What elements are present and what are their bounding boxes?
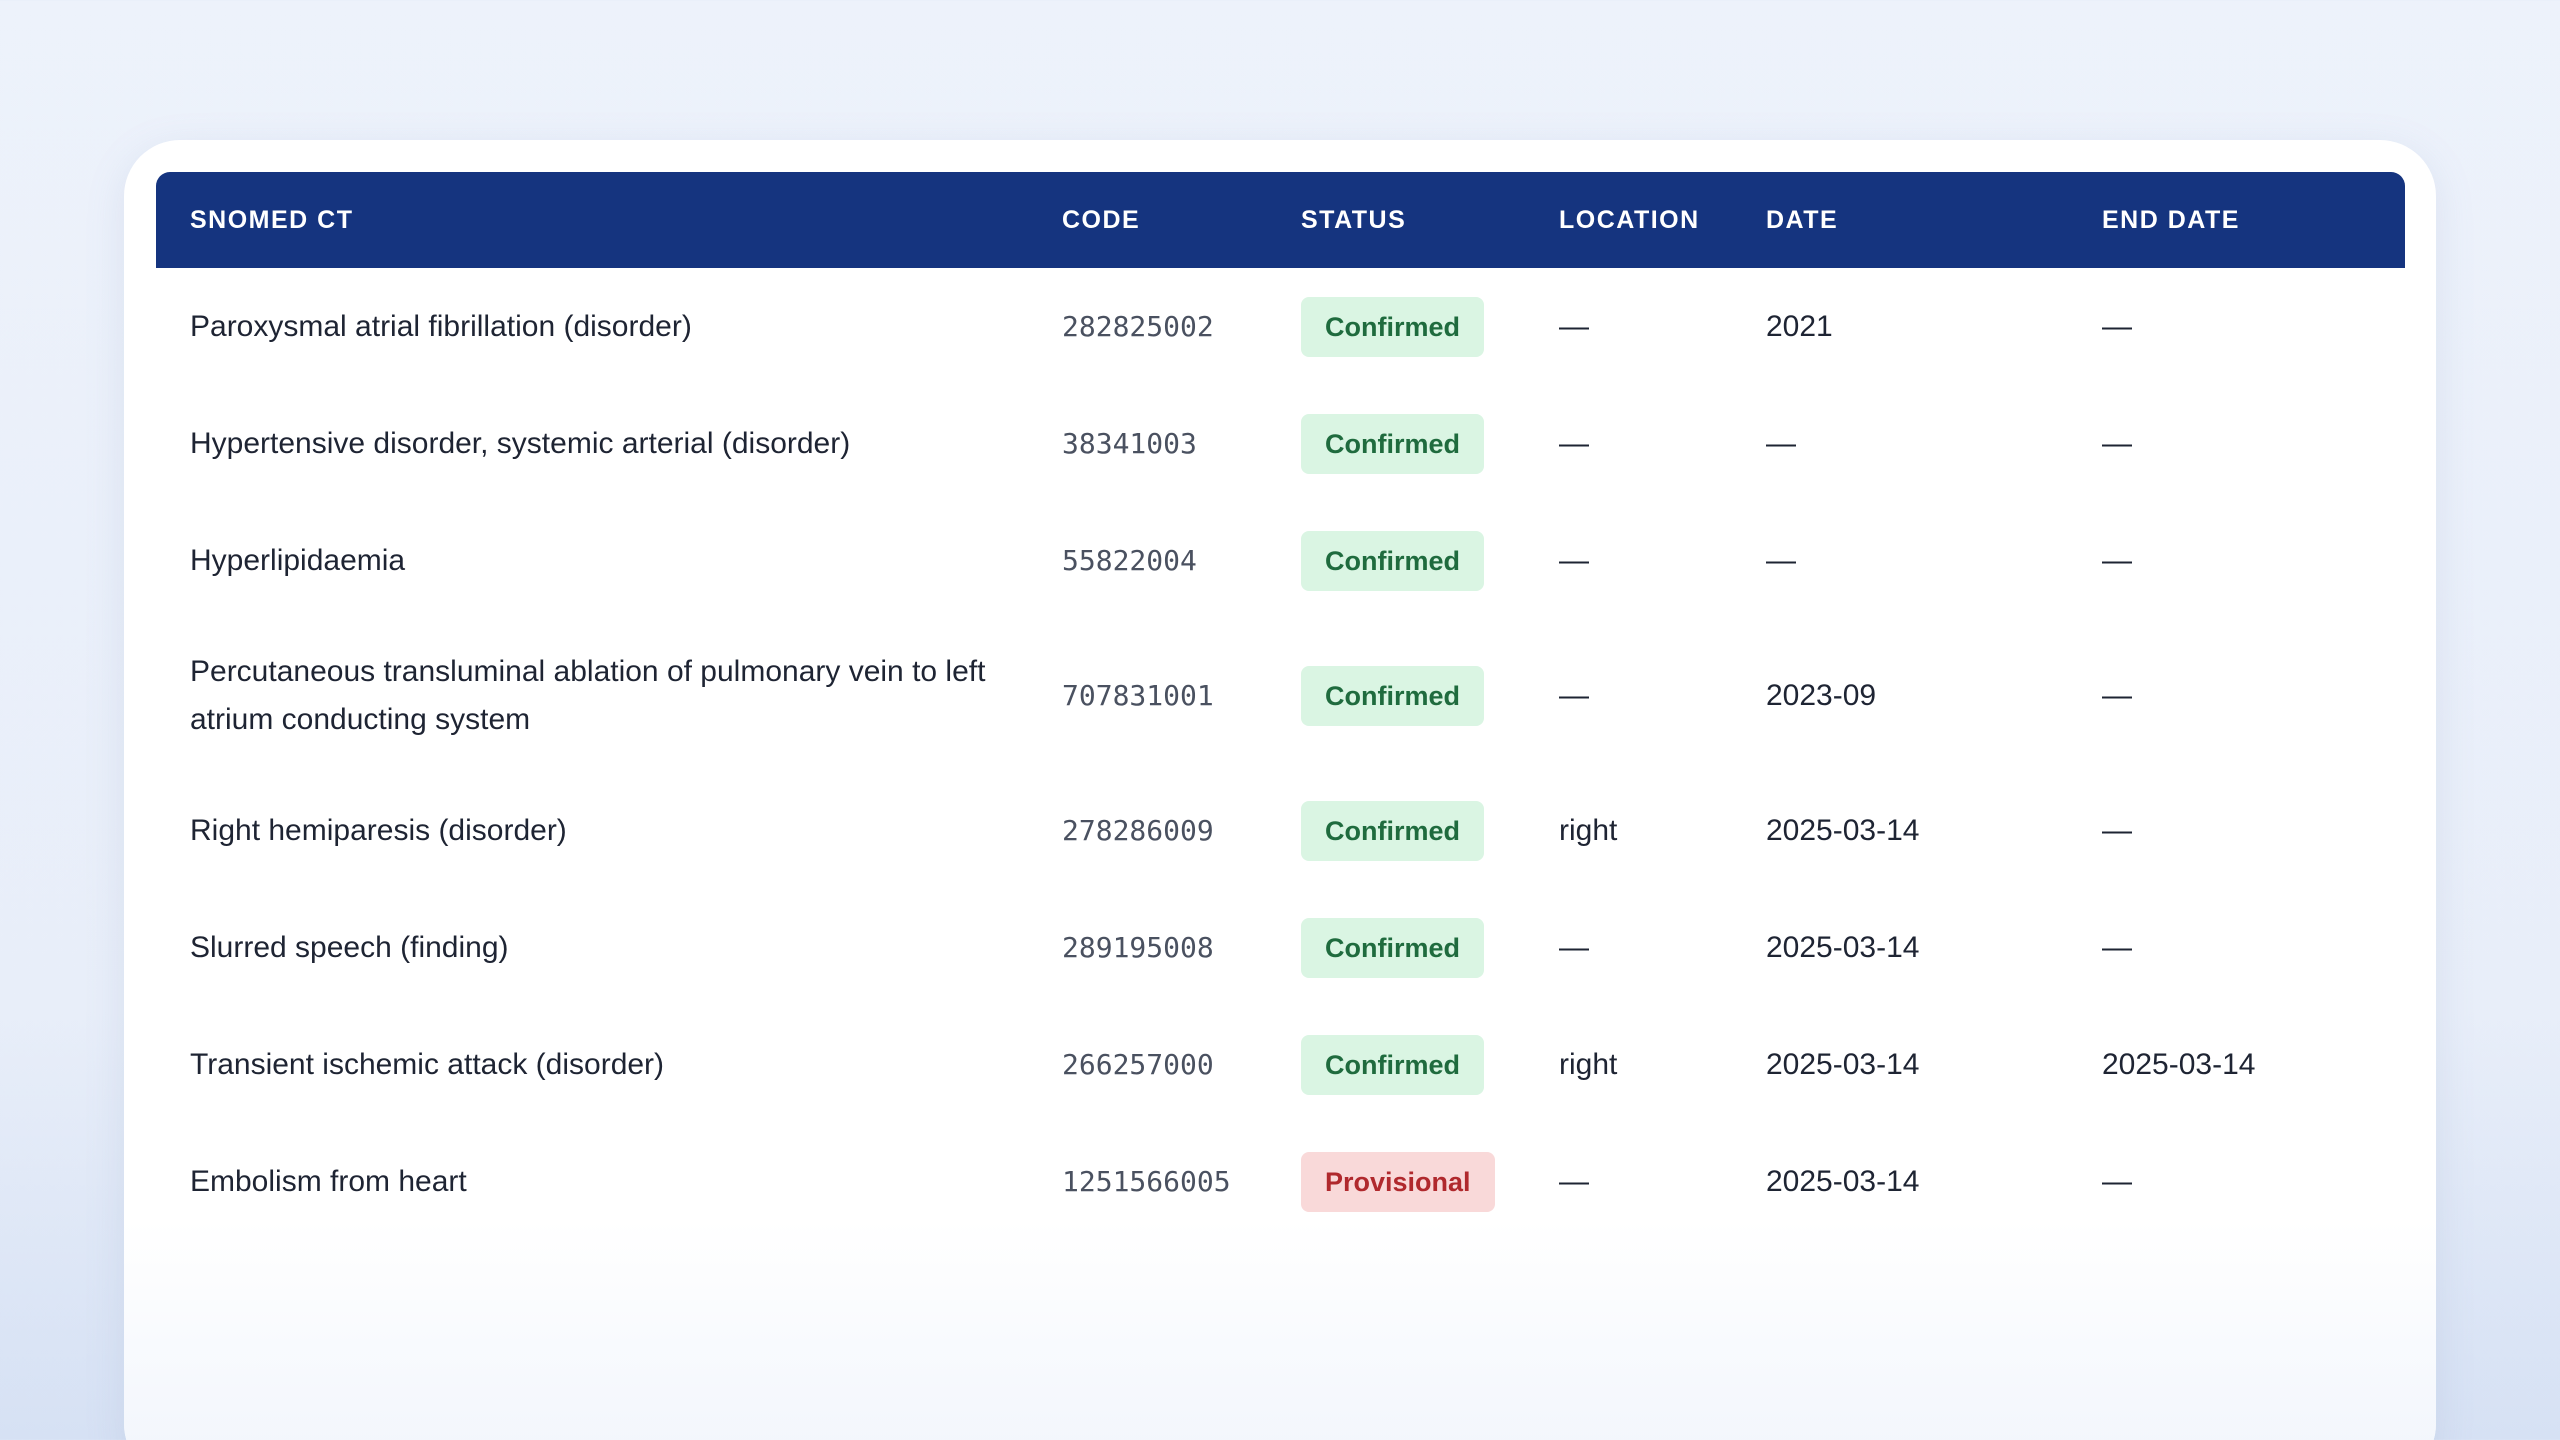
code-cell: 282825002: [1062, 309, 1214, 343]
term-cell: Right hemiparesis (disorder): [190, 813, 567, 847]
table-row[interactable]: Right hemiparesis (disorder) 278286009 C…: [156, 772, 2405, 889]
code-cell: 278286009: [1062, 813, 1214, 847]
end-date-cell: —: [2102, 813, 2132, 847]
term-cell: Paroxysmal atrial fibrillation (disorder…: [190, 309, 692, 343]
status-cell: Confirmed: [1267, 268, 1525, 385]
table-row[interactable]: Paroxysmal atrial fibrillation (disorder…: [156, 268, 2405, 385]
conditions-table: SNOMED CT CODE STATUS LOCATION DATE END …: [156, 172, 2405, 1240]
card-bottom-fade: [124, 1220, 2436, 1440]
status-badge: Confirmed: [1301, 413, 1484, 474]
end-date-cell: —: [2102, 543, 2132, 577]
header-row: SNOMED CT CODE STATUS LOCATION DATE END …: [156, 172, 2405, 268]
table-row[interactable]: Slurred speech (finding) 289195008 Confi…: [156, 889, 2405, 1006]
code-cell: 289195008: [1062, 930, 1214, 964]
status-badge: Confirmed: [1301, 917, 1484, 978]
code-cell: 38341003: [1062, 426, 1197, 460]
status-cell: Confirmed: [1267, 502, 1525, 619]
date-cell: —: [1766, 426, 1796, 460]
status-cell: Confirmed: [1267, 619, 1525, 772]
table-row[interactable]: Hypertensive disorder, systemic arterial…: [156, 385, 2405, 502]
code-cell: 266257000: [1062, 1047, 1214, 1081]
location-cell: right: [1559, 813, 1618, 847]
status-cell: Confirmed: [1267, 385, 1525, 502]
status-badge: Confirmed: [1301, 800, 1484, 861]
end-date-cell: 2025-03-14: [2102, 1047, 2256, 1081]
table-header: SNOMED CT CODE STATUS LOCATION DATE END …: [156, 172, 2405, 268]
status-cell: Confirmed: [1267, 1006, 1525, 1123]
term-cell: Percutaneous transluminal ablation of pu…: [190, 654, 986, 736]
status-badge: Confirmed: [1301, 296, 1484, 357]
location-cell: —: [1559, 1164, 1589, 1198]
term-cell: Embolism from heart: [190, 1164, 467, 1198]
location-cell: —: [1559, 678, 1589, 712]
column-header-end-date[interactable]: END DATE: [2068, 172, 2405, 268]
end-date-cell: —: [2102, 426, 2132, 460]
table-row[interactable]: Transient ischemic attack (disorder) 266…: [156, 1006, 2405, 1123]
date-cell: 2025-03-14: [1766, 930, 1920, 964]
table-body: Paroxysmal atrial fibrillation (disorder…: [156, 268, 2405, 1240]
conditions-card: SNOMED CT CODE STATUS LOCATION DATE END …: [124, 140, 2436, 1440]
location-cell: right: [1559, 1047, 1618, 1081]
date-cell: —: [1766, 543, 1796, 577]
status-badge: Confirmed: [1301, 1034, 1484, 1095]
term-cell: Transient ischemic attack (disorder): [190, 1047, 665, 1081]
status-cell: Provisional: [1267, 1123, 1525, 1240]
code-cell: 1251566005: [1062, 1164, 1231, 1198]
location-cell: —: [1559, 930, 1589, 964]
status-badge: Confirmed: [1301, 665, 1484, 726]
status-cell: Confirmed: [1267, 889, 1525, 1006]
code-cell: 707831001: [1062, 678, 1214, 712]
column-header-snomed-ct[interactable]: SNOMED CT: [156, 172, 1028, 268]
end-date-cell: —: [2102, 930, 2132, 964]
term-cell: Slurred speech (finding): [190, 930, 509, 964]
column-header-location[interactable]: LOCATION: [1525, 172, 1732, 268]
column-header-code[interactable]: CODE: [1028, 172, 1267, 268]
code-cell: 55822004: [1062, 543, 1197, 577]
date-cell: 2023-09: [1766, 678, 1877, 712]
status-cell: Confirmed: [1267, 772, 1525, 889]
status-badge: Confirmed: [1301, 530, 1484, 591]
column-header-date[interactable]: DATE: [1732, 172, 2068, 268]
location-cell: —: [1559, 309, 1589, 343]
status-badge: Provisional: [1301, 1151, 1495, 1212]
location-cell: —: [1559, 543, 1589, 577]
term-cell: Hypertensive disorder, systemic arterial…: [190, 426, 851, 460]
date-cell: 2025-03-14: [1766, 1047, 1920, 1081]
date-cell: 2025-03-14: [1766, 1164, 1920, 1198]
table-row[interactable]: Hyperlipidaemia 55822004 Confirmed — — —: [156, 502, 2405, 619]
column-header-status[interactable]: STATUS: [1267, 172, 1525, 268]
end-date-cell: —: [2102, 678, 2132, 712]
table-row[interactable]: Embolism from heart 1251566005 Provision…: [156, 1123, 2405, 1240]
date-cell: 2025-03-14: [1766, 813, 1920, 847]
date-cell: 2021: [1766, 309, 1833, 343]
end-date-cell: —: [2102, 1164, 2132, 1198]
location-cell: —: [1559, 426, 1589, 460]
term-cell: Hyperlipidaemia: [190, 543, 406, 577]
end-date-cell: —: [2102, 309, 2132, 343]
table-row[interactable]: Percutaneous transluminal ablation of pu…: [156, 619, 2405, 772]
